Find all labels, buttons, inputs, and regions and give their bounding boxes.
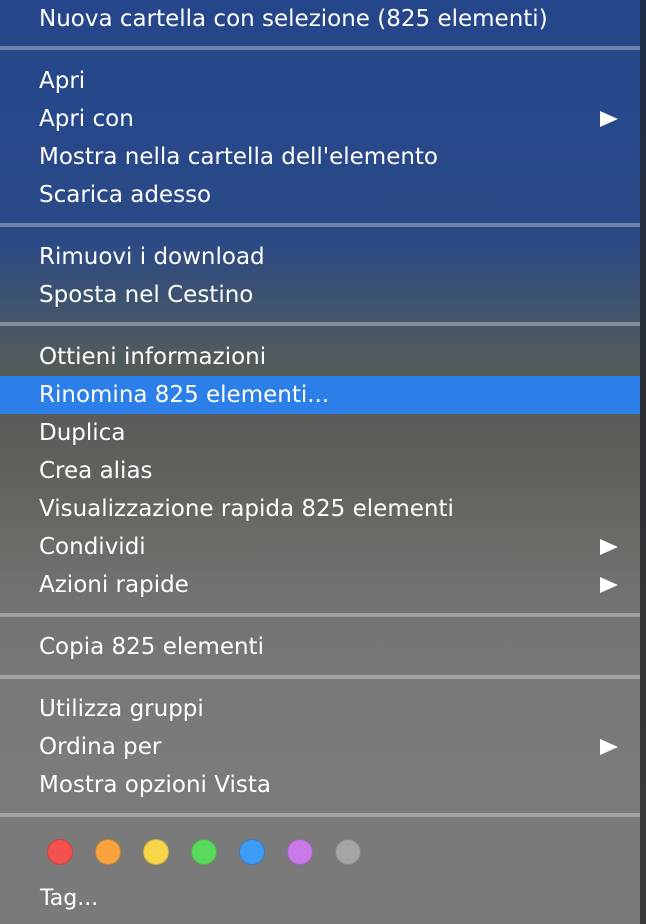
menu-item-download-now[interactable]: Scarica adesso: [0, 176, 640, 214]
tag-green-dot[interactable]: [191, 839, 217, 865]
menu-item-open-with[interactable]: Apri con: [0, 100, 640, 138]
context-menu: Nuova cartella con selezione (825 elemen…: [0, 0, 640, 924]
menu-item-show-view-options[interactable]: Mostra opzioni Vista: [0, 766, 640, 804]
menu-item-move-to-trash[interactable]: Sposta nel Cestino: [0, 276, 640, 314]
tag-red-dot[interactable]: [47, 839, 73, 865]
tag-yellow-dot[interactable]: [143, 839, 169, 865]
menu-item-quick-actions[interactable]: Azioni rapide: [0, 566, 640, 604]
menu-item-label: Azioni rapide: [39, 572, 189, 598]
menu-item-label: Visualizzazione rapida 825 elementi: [39, 496, 454, 522]
menu-item-label: Sposta nel Cestino: [39, 282, 254, 308]
tag-blue-dot[interactable]: [239, 839, 265, 865]
menu-item-rename[interactable]: Rinomina 825 elementi...: [0, 376, 640, 414]
menu-item-label: Tag...: [40, 886, 99, 911]
menu-item-share[interactable]: Condividi: [0, 528, 640, 566]
menu-separator: [0, 613, 640, 617]
menu-item-use-groups[interactable]: Utilizza gruppi: [0, 690, 640, 728]
menu-item-label: Utilizza gruppi: [39, 696, 204, 722]
tag-orange-dot[interactable]: [95, 839, 121, 865]
menu-item-remove-downloads[interactable]: Rimuovi i download: [0, 238, 640, 276]
menu-item-quick-look[interactable]: Visualizzazione rapida 825 elementi: [0, 490, 640, 528]
menu-separator: [0, 675, 640, 679]
triangle-right-icon: [600, 739, 618, 755]
menu-item-sort-by[interactable]: Ordina per: [0, 728, 640, 766]
menu-item-open[interactable]: Apri: [0, 62, 640, 100]
menu-item-label: Ordina per: [39, 734, 162, 760]
menu-item-label: Rinomina 825 elementi...: [39, 382, 330, 408]
menu-separator: [0, 813, 640, 817]
triangle-right-icon: [600, 539, 618, 555]
tag-purple-dot[interactable]: [287, 839, 313, 865]
menu-item-make-alias[interactable]: Crea alias: [0, 452, 640, 490]
menu-item-label: Scarica adesso: [39, 182, 212, 208]
triangle-right-icon: [600, 577, 618, 593]
menu-item-label: Apri con: [39, 106, 134, 132]
menu-item-copy[interactable]: Copia 825 elementi: [0, 628, 640, 666]
menu-item-label: Duplica: [39, 420, 126, 446]
menu-item-get-info[interactable]: Ottieni informazioni: [0, 338, 640, 376]
menu-item-label: Rimuovi i download: [39, 244, 265, 270]
menu-item-label: Crea alias: [39, 458, 153, 484]
menu-item-label: Mostra nella cartella dell'elemento: [39, 144, 439, 170]
menu-separator: [0, 46, 640, 50]
menu-item-new-folder-with-selection[interactable]: Nuova cartella con selezione (825 elemen…: [0, 0, 640, 38]
tag-gray-dot[interactable]: [335, 839, 361, 865]
menu-item-show-in-enclosing-folder[interactable]: Mostra nella cartella dell'elemento: [0, 138, 640, 176]
menu-item-label: Mostra opzioni Vista: [39, 772, 271, 798]
triangle-right-icon: [600, 111, 618, 127]
menu-item-label: Apri: [39, 68, 86, 94]
menu-item-label: Copia 825 elementi: [39, 634, 264, 660]
menu-item-label: Condividi: [39, 534, 146, 560]
menu-item-label: Nuova cartella con selezione (825 elemen…: [39, 6, 548, 32]
menu-item-tags[interactable]: Tag...: [0, 880, 640, 918]
menu-item-duplicate[interactable]: Duplica: [0, 414, 640, 452]
menu-separator: [0, 322, 640, 326]
menu-item-label: Ottieni informazioni: [39, 344, 267, 370]
window-edge: [640, 0, 646, 924]
menu-separator: [0, 223, 640, 227]
